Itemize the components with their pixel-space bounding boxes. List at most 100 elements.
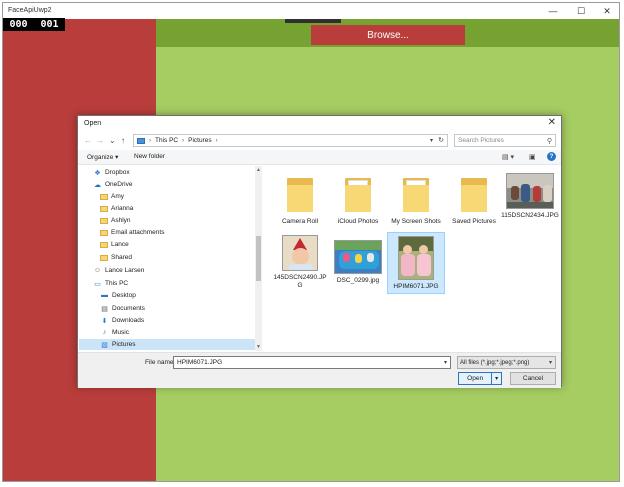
forward-arrow-icon[interactable]: → — [96, 136, 104, 145]
open-button[interactable]: Open ▾ — [458, 372, 502, 385]
nav-item-label: This PC — [105, 280, 129, 287]
nav-item-ashlyn[interactable]: Ashlyn — [100, 215, 250, 226]
file-label: My Screen Shots — [391, 218, 441, 225]
nav-item-label: Lance — [111, 241, 129, 248]
file-tile-icloud-photos[interactable]: iCloud Photos — [329, 170, 387, 228]
file-type-value: All files (*.jpg;*.jpeg;*.png) — [460, 359, 530, 366]
file-tile-saved-pictures[interactable]: Saved Pictures — [445, 170, 503, 228]
nav-item-label: Arianna — [111, 205, 134, 212]
file-list: Camera Roll iCloud Photos My Screen Shot… — [263, 166, 560, 351]
nav-item-this-pc[interactable]: ▭ This PC — [93, 278, 243, 289]
browse-button[interactable]: Browse... — [311, 25, 465, 45]
file-label: 115DSCN2434.JPG — [501, 212, 559, 219]
scroll-down-icon[interactable]: ▼ — [256, 344, 261, 350]
address-dropdown-icon[interactable]: ▾ — [430, 137, 433, 144]
nav-scrollbar-thumb[interactable] — [256, 236, 261, 281]
breadcrumb-separator: › — [149, 137, 151, 144]
nav-item-label: Dropbox — [105, 169, 130, 176]
folder-icon — [100, 193, 108, 200]
nav-item-desktop[interactable]: ▬ Desktop — [100, 290, 250, 301]
back-arrow-icon[interactable]: ← — [84, 136, 92, 145]
nav-item-amy[interactable]: Amy — [100, 191, 250, 202]
file-tile-115dscn2434[interactable]: 115DSCN2434.JPG — [501, 170, 559, 228]
file-label: DSC_0299.jpg — [336, 277, 380, 284]
folder-icon — [461, 176, 487, 212]
nav-item-label: Downloads — [112, 317, 145, 324]
folder-icon — [287, 176, 313, 212]
nav-item-pictures[interactable]: ▧ Pictures — [79, 339, 255, 350]
pictures-icon: ▧ — [101, 341, 108, 349]
breadcrumb-separator: › — [182, 137, 185, 144]
dropbox-icon: ❖ — [94, 169, 101, 177]
open-file-dialog: Open ✕ ← → ⌄ ↑ › This PC › Pictures › ▾ … — [77, 115, 562, 388]
nav-item-dropbox[interactable]: ❖ Dropbox — [93, 167, 243, 178]
nav-item-label: Shared — [111, 254, 132, 261]
up-arrow-icon[interactable]: ↑ — [121, 136, 125, 145]
photo-thumbnail — [282, 235, 318, 271]
organize-button[interactable]: Organize ▾ — [87, 153, 118, 161]
recent-locations-icon[interactable]: ⌄ — [109, 136, 116, 145]
file-name-input[interactable]: HPIM6071.JPG ▾ — [173, 356, 451, 369]
file-tile-145dscn2490[interactable]: 145DSCN2490.JPG — [271, 232, 329, 290]
file-label: Saved Pictures — [452, 218, 496, 225]
nav-item-label: Email attachments — [111, 229, 165, 236]
folder-icon — [345, 176, 371, 212]
app-titlebar: FaceApiUwp2 — ☐ ✕ — [3, 3, 619, 19]
file-name-value: HPIM6071.JPG — [177, 359, 223, 366]
desktop-icon: ▬ — [101, 292, 108, 299]
navigation-pane: ❖ Dropbox ☁ OneDrive Amy Arianna Ashlyn … — [79, 166, 261, 351]
file-tile-hpim6071[interactable]: HPIM6071.JPG — [387, 232, 445, 294]
refresh-icon[interactable]: ↻ — [438, 136, 444, 144]
file-tile-dsc-0299[interactable]: DSC_0299.jpg — [329, 232, 387, 290]
search-input[interactable]: Search Pictures ⚲ — [454, 134, 556, 147]
new-folder-button[interactable]: New folder — [134, 153, 165, 160]
scroll-up-icon[interactable]: ▲ — [256, 167, 261, 173]
view-options-icon[interactable]: ▤ ▾ — [502, 153, 514, 161]
file-tile-my-screen-shots[interactable]: My Screen Shots — [387, 170, 445, 228]
chevron-down-icon: ▾ — [548, 360, 552, 366]
file-type-select[interactable]: All files (*.jpg;*.jpeg;*.png) ▾ — [457, 356, 556, 369]
search-icon: ⚲ — [546, 138, 552, 145]
chevron-down-icon[interactable]: ▾ — [444, 359, 447, 366]
file-label: HPIM6071.JPG — [393, 283, 439, 290]
folder-icon — [100, 205, 108, 212]
counter-right: 001 — [40, 19, 59, 30]
nav-item-label: Amy — [111, 193, 124, 200]
file-tile-camera-roll[interactable]: Camera Roll — [271, 170, 329, 228]
dialog-close-icon[interactable]: ✕ — [548, 117, 556, 128]
address-bar[interactable]: › This PC › Pictures › ▾ ↻ — [133, 134, 448, 147]
nav-item-email-attachments[interactable]: Email attachments — [100, 227, 250, 238]
dialog-title: Open — [84, 120, 102, 127]
help-icon[interactable]: ? — [547, 152, 556, 161]
nav-item-shared[interactable]: Shared — [100, 252, 250, 263]
folder-icon — [403, 176, 429, 212]
nav-item-music[interactable]: ♪ Music — [100, 327, 250, 338]
dialog-footer: File name: HPIM6071.JPG ▾ All files (*.j… — [78, 352, 561, 388]
close-button[interactable]: ✕ — [593, 3, 619, 19]
folder-icon — [100, 254, 108, 261]
breadcrumb-pictures[interactable]: Pictures — [188, 137, 211, 144]
maximize-button[interactable]: ☐ — [567, 3, 595, 19]
file-label: iCloud Photos — [337, 218, 379, 225]
file-label: 145DSCN2490.JPG — [273, 274, 327, 289]
app-title: FaceApiUwp2 — [8, 7, 52, 14]
address-row: ← → ⌄ ↑ › This PC › Pictures › ▾ ↻ Searc… — [78, 133, 561, 149]
nav-item-label: Pictures — [112, 341, 136, 348]
open-split-dropdown-icon[interactable]: ▾ — [491, 373, 501, 384]
nav-item-label: OneDrive — [105, 181, 133, 188]
cloud-icon: ☁ — [94, 181, 101, 189]
breadcrumb-this-pc[interactable]: This PC — [155, 137, 178, 144]
nav-item-documents[interactable]: ▤ Documents — [100, 303, 250, 314]
folder-icon — [100, 241, 108, 248]
minimize-button[interactable]: — — [539, 3, 567, 19]
counter-left: 000 — [9, 19, 28, 30]
nav-item-downloads[interactable]: ⬇ Downloads — [100, 315, 250, 326]
cancel-button[interactable]: Cancel — [510, 372, 556, 385]
nav-item-onedrive[interactable]: ☁ OneDrive — [93, 179, 243, 190]
nav-item-arianna[interactable]: Arianna — [100, 203, 250, 214]
nav-item-lance-larsen[interactable]: ☺ Lance Larsen — [93, 265, 243, 276]
nav-item-lance[interactable]: Lance — [100, 239, 250, 250]
top-dark-strip — [285, 19, 341, 23]
preview-pane-icon[interactable]: ▣ — [529, 153, 536, 161]
photo-thumbnail — [506, 173, 554, 209]
